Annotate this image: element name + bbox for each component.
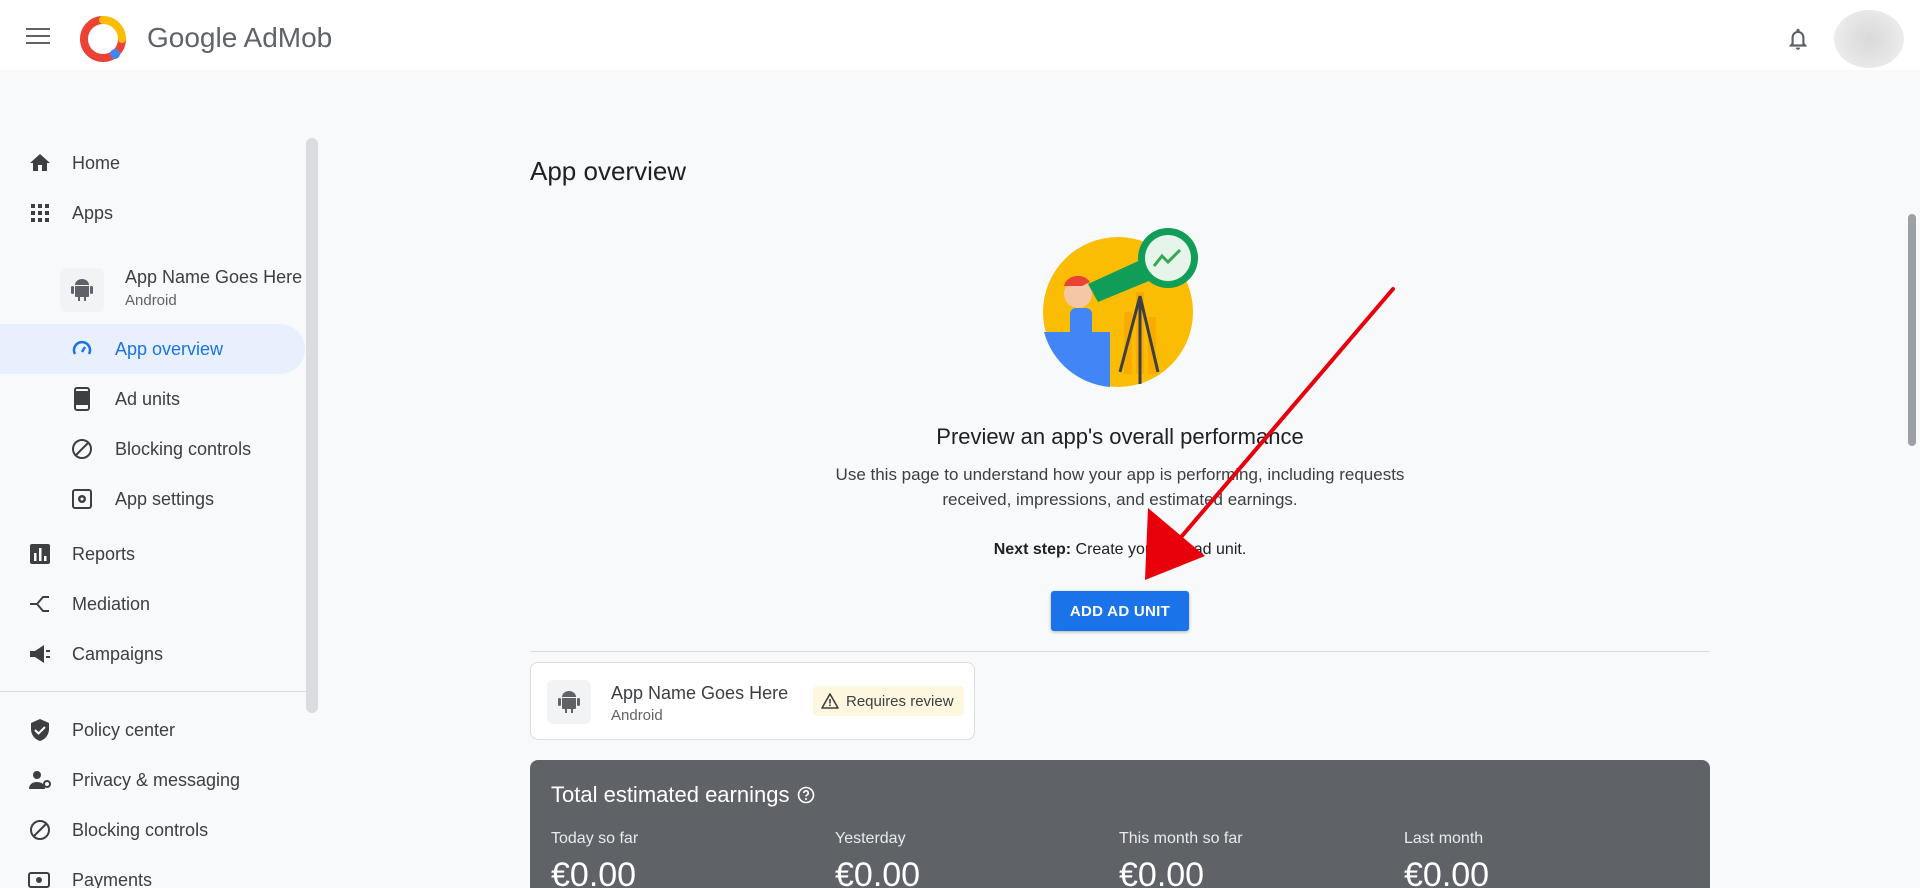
earnings-title-text: Total estimated earnings [551,782,790,807]
earnings-title: Total estimated earnings [551,782,815,808]
sidebar-item-label: Home [72,152,121,173]
earnings-value: €0.00 [551,856,637,888]
app-card-platform: Android [611,707,663,724]
next-step-text: Next step: Create your first ad unit. [530,541,1710,559]
sidebar-item-payments[interactable]: Payments [0,855,305,888]
earnings-label: Last month [1404,830,1484,847]
sidebar-item-label: Apps [72,202,114,223]
earnings-label: This month so far [1119,830,1243,847]
mediation-icon [28,592,52,616]
sidebar: Home Apps App Name Goes Here Android App… [0,138,318,888]
next-step-detail: Create your first ad unit. [1071,541,1247,558]
empty-state-description: Use this page to understand how your app… [835,465,1405,509]
brand-title[interactable]: Google AdMob [147,22,332,54]
sidebar-scrollbar[interactable] [306,138,318,713]
shield-check-icon [28,718,52,742]
warning-icon [821,693,839,709]
app-card[interactable]: App Name Goes Here Android Requires revi… [530,662,975,740]
badge-label: Requires review [846,692,954,710]
earnings-value: €0.00 [1404,856,1490,888]
earnings-label: Yesterday [835,830,906,847]
sidebar-item-label: Reports [72,543,136,564]
earnings-last-month: Last month €0.00 [1404,830,1489,888]
earnings-today: Today so far €0.00 [551,830,638,888]
sidebar-item-reports[interactable]: Reports [0,529,305,579]
sidebar-item-blocking-controls-account[interactable]: Blocking controls [0,805,305,855]
earnings-yesterday: Yesterday €0.00 [835,830,920,888]
sidebar-item-label: App overview [115,338,224,359]
sidebar-item-label: App settings [115,488,215,509]
sidebar-item-apps[interactable]: Apps [0,188,305,238]
admob-logo[interactable] [80,16,126,62]
megaphone-icon [28,642,52,666]
block-icon [28,818,52,842]
earnings-label: Today so far [551,830,639,847]
speedometer-icon [70,337,94,361]
telescope-illustration [1043,228,1198,387]
app-name: App Name Goes Here [125,267,303,287]
top-bar: Google AdMob [0,0,1920,70]
help-icon[interactable] [797,786,815,804]
menu-icon[interactable] [26,28,50,46]
sidebar-item-home[interactable]: Home [0,138,305,188]
sidebar-item-privacy-messaging[interactable]: Privacy & messaging [0,755,305,805]
apps-grid-icon [28,201,52,225]
sidebar-item-label: Mediation [72,593,151,614]
earnings-value: €0.00 [835,856,921,888]
app-platform: Android [125,292,177,309]
next-step-label: Next step: [993,541,1072,558]
brand-product: AdMob [243,22,333,53]
empty-state-heading: Preview an app's overall performance [936,424,1304,449]
sidebar-item-blocking-controls[interactable]: Blocking controls [0,424,305,474]
sidebar-item-ad-units[interactable]: Ad units [0,374,305,424]
sidebar-app-entry[interactable]: App Name Goes Here Android [60,265,310,317]
brand-google: Google [147,22,238,53]
section-divider [530,651,1710,652]
sidebar-item-label: Payments [72,869,153,888]
sidebar-item-label: Campaigns [72,643,164,664]
bar-chart-icon [28,542,52,566]
add-ad-unit-button[interactable]: ADD AD UNIT [1051,591,1189,631]
earnings-card: Total estimated earnings Today so far €0… [530,760,1710,888]
sidebar-item-app-overview[interactable]: App overview [0,324,305,374]
sidebar-item-label: Blocking controls [115,438,252,459]
sidebar-item-mediation[interactable]: Mediation [0,579,305,629]
sidebar-item-label: Ad units [115,388,181,409]
earnings-value: €0.00 [1119,856,1205,888]
phone-icon [70,387,94,411]
sidebar-item-label: Blocking controls [72,819,209,840]
requires-review-badge[interactable]: Requires review [813,686,964,716]
sidebar-item-campaigns[interactable]: Campaigns [0,629,305,679]
app-card-name: App Name Goes Here [611,683,789,703]
home-icon [28,151,52,175]
sidebar-item-app-settings[interactable]: App settings [0,474,305,524]
bell-icon[interactable] [1785,26,1811,52]
sidebar-divider [0,691,306,692]
android-icon [60,268,104,312]
android-icon [547,680,591,724]
sidebar-item-label: Policy center [72,719,176,740]
earnings-this-month: This month so far €0.00 [1119,830,1243,888]
avatar[interactable] [1834,10,1904,68]
person-settings-icon [28,768,52,792]
gear-icon [70,487,94,511]
payments-icon [28,868,52,888]
main-scrollbar[interactable] [1908,214,1916,446]
block-icon [70,437,94,461]
sidebar-item-policy-center[interactable]: Policy center [0,705,305,755]
page-title: App overview [530,156,687,186]
sidebar-item-label: Privacy & messaging [72,769,241,790]
